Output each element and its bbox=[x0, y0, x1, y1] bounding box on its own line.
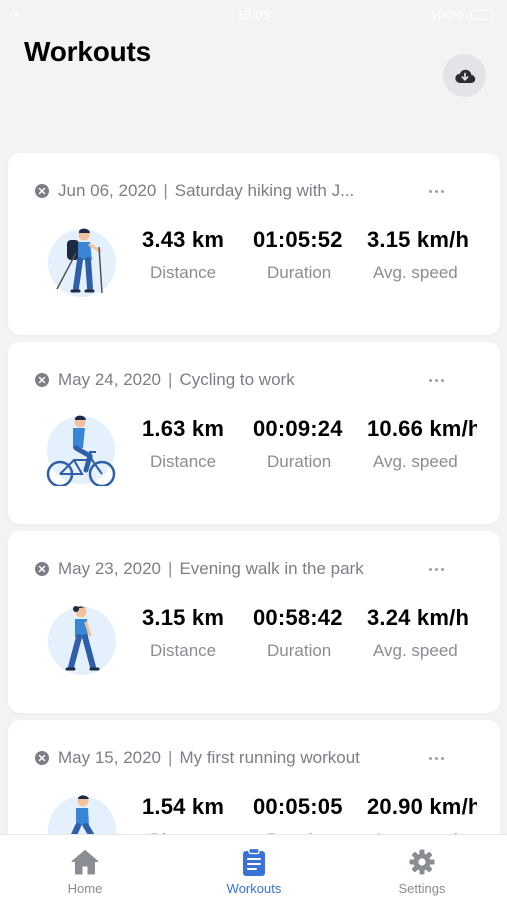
hiker-icon bbox=[48, 228, 116, 297]
status-bar: • 13:05 100% bbox=[0, 0, 507, 28]
distance-value: 1.54 km bbox=[142, 794, 225, 819]
avg-speed-stat: 10.66 km/h Avg. speed bbox=[367, 416, 477, 480]
workout-title: Saturday hiking with J... bbox=[174, 181, 355, 200]
avg-speed-stat: 3.24 km/h Avg. speed bbox=[367, 605, 469, 669]
workout-list: Jun 06, 2020 | Saturday hiking with J... bbox=[8, 153, 500, 900]
more-options-button[interactable] bbox=[429, 187, 449, 195]
header-separator: | bbox=[163, 181, 168, 200]
header-separator: | bbox=[168, 559, 173, 578]
tab-home[interactable]: Home bbox=[35, 835, 135, 900]
more-options-button[interactable] bbox=[429, 754, 449, 762]
more-options-button[interactable] bbox=[429, 565, 449, 573]
duration-value: 00:05:05 bbox=[253, 794, 343, 819]
workout-title: My first running workout bbox=[179, 748, 360, 767]
duration-stat: 00:58:42 Duration bbox=[253, 605, 343, 669]
tab-settings[interactable]: Settings bbox=[372, 835, 472, 900]
distance-stat: 3.15 km Distance bbox=[142, 605, 224, 669]
delete-workout-icon[interactable] bbox=[35, 751, 49, 765]
download-button[interactable] bbox=[443, 54, 486, 97]
page-title: Workouts bbox=[24, 36, 151, 67]
workout-card-header: May 24, 2020 | Cycling to work bbox=[35, 368, 455, 392]
workout-date: Jun 06, 2020 bbox=[58, 181, 157, 200]
more-options-button[interactable] bbox=[429, 376, 449, 384]
duration-stat: 00:09:24 Duration bbox=[253, 416, 343, 480]
avg-speed-value: 10.66 km/h bbox=[367, 416, 477, 441]
duration-value: 01:05:52 bbox=[253, 227, 343, 252]
duration-value: 00:09:24 bbox=[253, 416, 343, 441]
battery-indicator: 100% bbox=[430, 7, 493, 22]
tab-settings-label: Settings bbox=[398, 881, 446, 896]
signal-icon: • bbox=[14, 6, 19, 22]
distance-label: Distance bbox=[150, 641, 217, 660]
avg-speed-value: 20.90 km/h bbox=[367, 794, 477, 819]
battery-percent: 100% bbox=[430, 6, 464, 22]
duration-value: 00:58:42 bbox=[253, 605, 343, 630]
battery-icon bbox=[471, 10, 493, 21]
cloud-download-icon bbox=[454, 69, 475, 83]
workout-title: Evening walk in the park bbox=[179, 559, 364, 578]
avg-speed-stat: 3.15 km/h Avg. speed bbox=[367, 227, 469, 291]
cyclist-icon bbox=[46, 415, 116, 486]
delete-workout-icon[interactable] bbox=[35, 184, 49, 198]
avg-speed-value: 3.24 km/h bbox=[367, 605, 470, 630]
workout-card-header: Jun 06, 2020 | Saturday hiking with J... bbox=[35, 179, 455, 203]
workouts-screen: • 13:05 100% Workouts Jun 06, 2020 | Sat… bbox=[0, 0, 507, 900]
avg-speed-label: Avg. speed bbox=[373, 641, 458, 660]
workout-stats: 3.15 km Distance 00:58:42 Duration 3.24 … bbox=[142, 605, 477, 669]
tab-workouts[interactable]: Workouts bbox=[204, 835, 304, 900]
distance-label: Distance bbox=[150, 263, 217, 282]
duration-label: Duration bbox=[267, 263, 332, 282]
distance-stat: 3.43 km Distance bbox=[142, 227, 224, 291]
workout-title: Cycling to work bbox=[179, 370, 295, 389]
distance-stat: 1.63 km Distance bbox=[142, 416, 224, 480]
workout-card[interactable]: May 24, 2020 | Cycling to work 1.63 km D… bbox=[8, 342, 500, 524]
workout-card-header: May 15, 2020 | My first running workout bbox=[35, 746, 455, 770]
delete-workout-icon[interactable] bbox=[35, 373, 49, 387]
tab-home-label: Home bbox=[67, 881, 103, 896]
gear-icon bbox=[407, 847, 437, 877]
avg-speed-value: 3.15 km/h bbox=[367, 227, 470, 252]
avg-speed-label: Avg. speed bbox=[373, 263, 458, 282]
tab-bar: Home Workouts Settings bbox=[0, 834, 507, 900]
workout-date: May 23, 2020 bbox=[58, 559, 162, 578]
status-time: 13:05 bbox=[237, 6, 270, 22]
header-separator: | bbox=[168, 748, 173, 767]
distance-label: Distance bbox=[150, 452, 217, 471]
header-separator: | bbox=[168, 370, 173, 389]
clipboard-icon bbox=[239, 847, 269, 877]
walker-icon bbox=[48, 606, 116, 675]
workout-stats: 1.63 km Distance 00:09:24 Duration 10.66… bbox=[142, 416, 477, 480]
workout-date: May 24, 2020 bbox=[58, 370, 162, 389]
distance-value: 3.43 km bbox=[142, 227, 225, 252]
workout-card-header: May 23, 2020 | Evening walk in the park bbox=[35, 557, 455, 581]
tab-workouts-label: Workouts bbox=[226, 881, 282, 896]
workout-card[interactable]: Jun 06, 2020 | Saturday hiking with J... bbox=[8, 153, 500, 335]
workout-stats: 3.43 km Distance 01:05:52 Duration 3.15 … bbox=[142, 227, 477, 291]
workout-date: May 15, 2020 bbox=[58, 748, 162, 767]
delete-workout-icon[interactable] bbox=[35, 562, 49, 576]
workout-card[interactable]: May 23, 2020 | Evening walk in the park … bbox=[8, 531, 500, 713]
duration-label: Duration bbox=[267, 641, 332, 660]
distance-value: 1.63 km bbox=[142, 416, 225, 441]
avg-speed-label: Avg. speed bbox=[373, 452, 458, 471]
distance-value: 3.15 km bbox=[142, 605, 225, 630]
duration-stat: 01:05:52 Duration bbox=[253, 227, 343, 291]
home-icon bbox=[70, 847, 100, 877]
duration-label: Duration bbox=[267, 452, 332, 471]
